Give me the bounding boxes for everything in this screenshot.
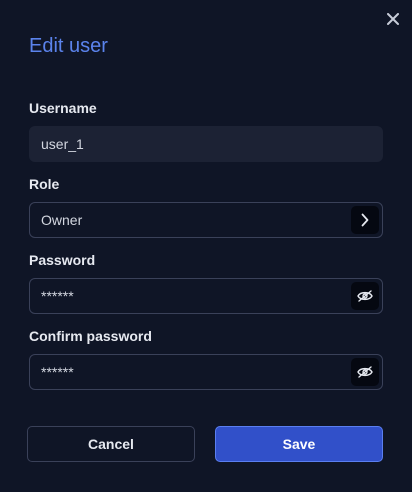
username-field: user_1: [29, 126, 383, 162]
confirm-password-visibility-toggle[interactable]: [351, 358, 379, 386]
confirm-password-field[interactable]: ******: [29, 354, 383, 390]
role-value: Owner: [41, 212, 83, 228]
save-button[interactable]: Save: [215, 426, 383, 462]
role-select[interactable]: Owner: [29, 202, 383, 238]
chevron-right-icon: [361, 213, 369, 227]
confirm-password-label: Confirm password: [29, 328, 152, 344]
dialog-title: Edit user: [29, 35, 108, 57]
password-label: Password: [29, 252, 96, 268]
password-value: ******: [41, 288, 74, 304]
close-button[interactable]: [384, 10, 402, 28]
confirm-password-value: ******: [41, 364, 74, 380]
edit-user-dialog: Edit user Username user_1 Role Owner Pas…: [0, 0, 412, 492]
username-label: Username: [29, 100, 97, 116]
password-visibility-toggle[interactable]: [351, 282, 379, 310]
close-icon: [387, 13, 399, 25]
username-value: user_1: [41, 136, 84, 152]
role-label: Role: [29, 176, 60, 192]
password-field[interactable]: ******: [29, 278, 383, 314]
eye-slash-icon: [357, 366, 373, 378]
cancel-button[interactable]: Cancel: [27, 426, 195, 462]
role-expand-button[interactable]: [351, 206, 379, 234]
eye-slash-icon: [357, 290, 373, 302]
